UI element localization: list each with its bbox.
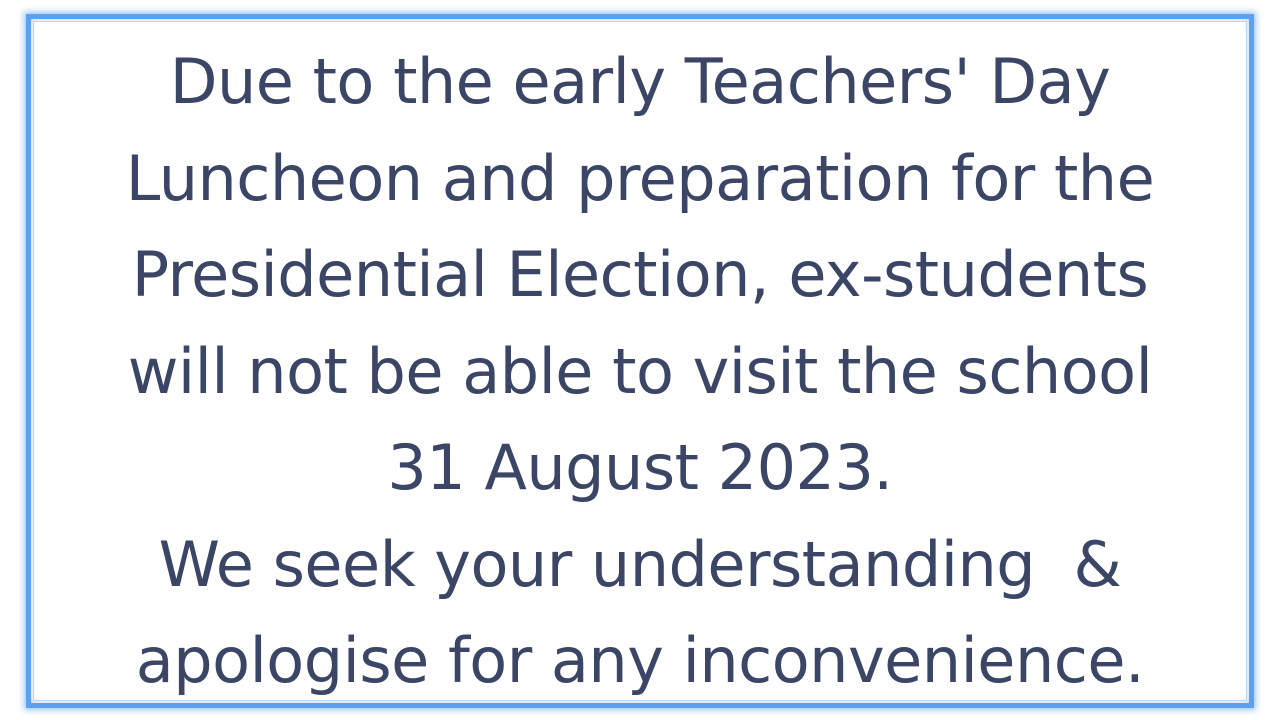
notice-line-6: We seek your understanding & xyxy=(158,527,1122,601)
notice-text: Due to the early Teachers' Day Luncheon … xyxy=(0,34,1280,710)
notice-line-4: will not be able to visit the school xyxy=(127,334,1153,408)
notice-line-7: apologise for any inconvenience. xyxy=(135,624,1145,697)
notice-date-line: 31 August 2023. xyxy=(387,431,893,504)
notice-line-2: Luncheon and preparation for the xyxy=(125,141,1155,215)
notice-slide: Due to the early Teachers' Day Luncheon … xyxy=(0,0,1280,720)
notice-line-3: Presidential Election, ex-students xyxy=(131,238,1149,311)
notice-line-1: Due to the early Teachers' Day xyxy=(169,45,1111,118)
